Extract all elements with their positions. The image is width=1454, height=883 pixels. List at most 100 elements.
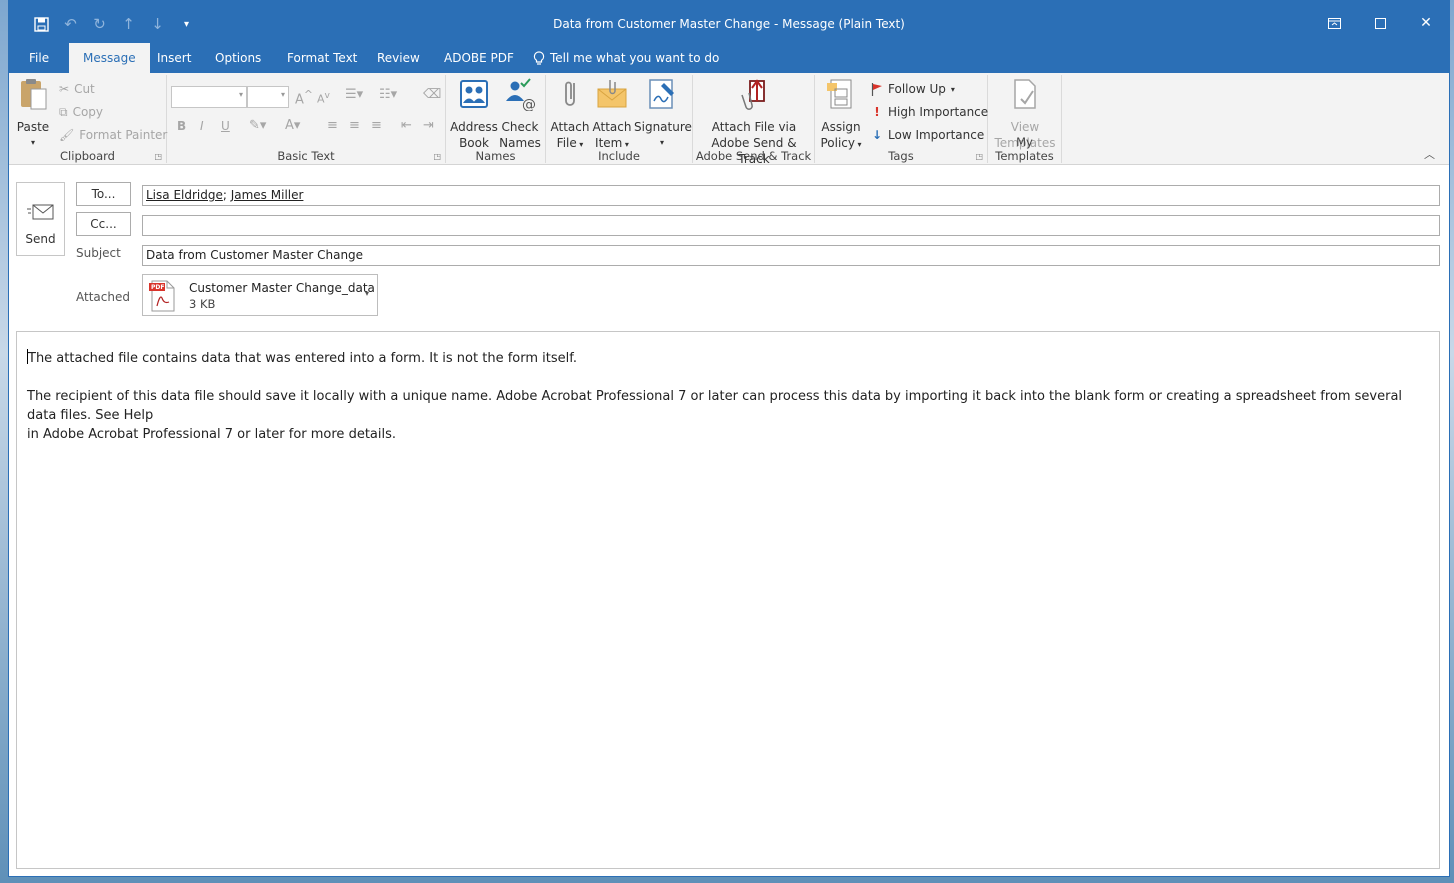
check-names-button[interactable]: @ Check Names	[498, 77, 542, 151]
svg-text:@: @	[522, 97, 536, 111]
cut-label: Cut	[74, 82, 95, 96]
shrink-font-icon[interactable]: Av	[317, 90, 330, 106]
increase-indent-icon[interactable]: ⇥	[423, 118, 434, 133]
tab-message[interactable]: Message	[69, 43, 150, 73]
chevron-down-icon: ▾	[238, 90, 243, 99]
assign-policy-icon	[827, 79, 852, 109]
tab-format-text[interactable]: Format Text	[273, 43, 371, 73]
exclamation-icon: !	[874, 105, 880, 119]
to-recipient[interactable]: James Miller	[231, 188, 304, 202]
tab-review[interactable]: Review	[363, 43, 434, 73]
tags-group-label: Tags	[888, 149, 914, 163]
tab-file[interactable]: File	[15, 43, 63, 73]
clear-formatting-icon[interactable]: ⌫	[423, 87, 441, 102]
tab-insert[interactable]: Insert	[143, 43, 205, 73]
paperclip-icon	[565, 81, 575, 106]
bold-button[interactable]: B	[177, 119, 186, 133]
dialog-launcher-icon[interactable]: ◳	[433, 152, 441, 161]
outlook-message-window: ↶ ↻ ↑ ↓ ▾ Data from Customer Master Chan…	[8, 0, 1450, 877]
body-paragraph-2: The recipient of this data file should s…	[27, 389, 1403, 442]
grow-font-icon[interactable]: A^	[295, 88, 313, 107]
decrease-indent-icon[interactable]: ⇤	[401, 118, 412, 133]
chevron-down-icon: ▾	[622, 140, 629, 149]
attach-file-button[interactable]: Attach File ▾	[550, 77, 590, 153]
font-color-label: A	[285, 118, 294, 133]
tell-me-text: Tell me what you want to do	[550, 51, 720, 65]
attachment-dropdown-icon[interactable]: ▾	[365, 289, 369, 298]
maximize-icon[interactable]	[1357, 9, 1403, 37]
cut-button[interactable]: ✂ Cut	[59, 79, 95, 99]
check-names-label-1: Check	[501, 120, 539, 134]
scissors-icon: ✂	[59, 82, 70, 96]
dialog-launcher-icon[interactable]: ◳	[154, 152, 162, 161]
to-field[interactable]: Lisa Eldridge; James Miller	[142, 185, 1440, 206]
window-title: Data from Customer Master Change - Messa…	[553, 17, 905, 31]
numbering-icon[interactable]: ☷▾	[379, 87, 397, 102]
send-envelope-icon	[26, 204, 53, 220]
paintbrush-icon: 🖌	[59, 128, 75, 142]
send-label: Send	[25, 232, 56, 246]
attachment-card[interactable]: PDF Customer Master Change_data 3 KB ▾	[142, 274, 378, 316]
collapse-ribbon-icon[interactable]: ︿	[1424, 146, 1435, 162]
envelope-paperclip-icon	[597, 80, 627, 108]
address-book-button[interactable]: Address Book	[450, 77, 498, 151]
tab-options[interactable]: Options	[201, 43, 275, 73]
ribbon-display-options-icon[interactable]	[1311, 9, 1357, 37]
adobe-send-track-group: Attach File via Adobe Send & Track Adobe…	[693, 75, 815, 166]
address-book-label-1: Address	[450, 120, 498, 134]
italic-button[interactable]: I	[200, 119, 204, 133]
down-arrow-icon: ↓	[871, 128, 883, 142]
clipboard-group: Paste ▾ ✂ Cut ⧉ Copy 🖌 Format Painter Cl…	[9, 75, 167, 163]
to-button[interactable]: To...	[76, 182, 131, 206]
attach-item-button[interactable]: Attach Item ▾	[592, 77, 632, 153]
signature-label: Signature	[634, 120, 692, 134]
check-names-icon: @	[506, 78, 536, 113]
my-templates-group-label: My Templates	[995, 135, 1054, 163]
clipboard-group-label: Clipboard	[60, 149, 115, 163]
send-button[interactable]: Send	[16, 182, 65, 256]
paste-icon	[21, 79, 47, 110]
align-center-icon[interactable]: ≡	[349, 118, 360, 133]
attach-item-label-1: Attach	[592, 120, 632, 134]
high-importance-button[interactable]: ! High Importance	[871, 102, 988, 122]
high-importance-label: High Importance	[888, 105, 989, 119]
message-body[interactable]: The attached file contains data that was…	[16, 331, 1440, 869]
cc-button[interactable]: Cc...	[76, 212, 131, 236]
subject-field[interactable]: Data from Customer Master Change	[142, 245, 1440, 266]
names-group-label: Names	[475, 149, 516, 163]
signature-icon	[649, 79, 674, 109]
tell-me-box[interactable]: Tell me what you want to do	[519, 43, 733, 73]
chevron-down-icon: ▾	[280, 90, 285, 99]
format-painter-button[interactable]: 🖌 Format Painter	[59, 125, 167, 145]
names-group: Address Book @ Check Names Names	[446, 75, 546, 163]
title-bar: ↶ ↻ ↑ ↓ ▾ Data from Customer Master Chan…	[9, 1, 1449, 43]
copy-button[interactable]: ⧉ Copy	[59, 102, 103, 122]
attach-file-label-1: Attach	[550, 120, 590, 134]
chevron-down-icon: ▾	[950, 84, 955, 94]
to-recipient[interactable]: Lisa Eldridge	[146, 188, 223, 202]
dialog-launcher-icon[interactable]: ◳	[975, 152, 983, 161]
ribbon: Paste ▾ ✂ Cut ⧉ Copy 🖌 Format Painter Cl…	[9, 73, 1449, 166]
low-importance-button[interactable]: ↓ Low Importance	[871, 125, 984, 145]
paste-button[interactable]: Paste ▾	[15, 77, 51, 151]
underline-button[interactable]: U	[221, 119, 230, 133]
follow-up-button[interactable]: Follow Up ▾	[871, 79, 955, 99]
copy-label: Copy	[72, 105, 104, 119]
attached-label: Attached	[76, 290, 130, 304]
tab-adobe-pdf[interactable]: ADOBE PDF	[430, 43, 528, 73]
assign-policy-label-1: Assign	[821, 120, 861, 134]
align-right-icon[interactable]: ≡	[371, 118, 382, 133]
font-name-box[interactable]: ▾	[171, 86, 247, 108]
close-icon[interactable]: ✕	[1403, 9, 1449, 37]
signature-button[interactable]: Signature ▾	[634, 77, 692, 151]
bullets-icon[interactable]: ☰▾	[345, 87, 363, 102]
font-size-box[interactable]: ▾	[247, 86, 289, 108]
align-left-icon[interactable]: ≡	[327, 118, 338, 133]
font-color-button[interactable]: A▾	[285, 118, 300, 133]
assign-policy-button[interactable]: Assign Policy ▾	[819, 77, 863, 153]
cc-field[interactable]	[142, 215, 1440, 236]
address-book-icon	[460, 80, 488, 108]
shrink-font-label: A	[317, 92, 325, 106]
subject-label: Subject	[76, 246, 121, 260]
highlight-icon[interactable]: ✎▾	[249, 118, 266, 133]
